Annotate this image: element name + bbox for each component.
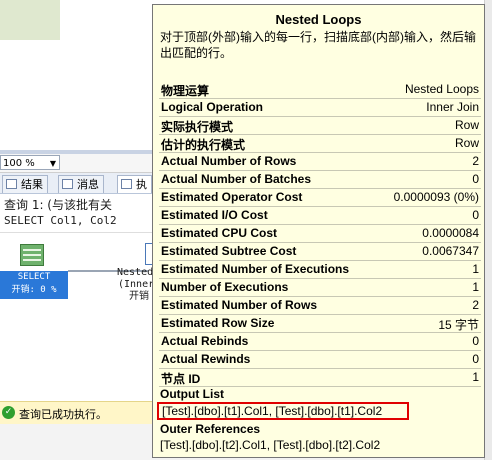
- plan-icon: [121, 179, 132, 189]
- property-key: 物理运算: [161, 84, 210, 98]
- property-key: Estimated CPU Cost: [161, 226, 278, 240]
- tab-results[interactable]: 结果: [2, 175, 48, 193]
- tab-messages[interactable]: 消息: [58, 175, 104, 193]
- property-key: Estimated I/O Cost: [161, 208, 268, 222]
- tooltip-property-row: 实际执行模式 Row: [159, 117, 481, 135]
- chevron-down-icon[interactable]: ▼: [50, 156, 56, 171]
- tooltip-property-row: Logical Operation Inner Join: [159, 99, 481, 117]
- property-value: Nested Loops: [404, 82, 479, 96]
- output-list-value: [Test].[dbo].[t1].Col1, [Test].[dbo].[t1…: [157, 402, 409, 420]
- operator-tooltip: Nested Loops 对于顶部(外部)输入的每一行，扫描底部(内部)输入，然…: [152, 4, 485, 458]
- select-operator-label[interactable]: SELECT 开销: 0 %: [0, 271, 68, 299]
- tooltip-properties: 物理运算 Nested Loops Logical Operation Inner J…: [159, 81, 481, 387]
- outer-references-value: [Test].[dbo].[t2].Col1, [Test].[dbo].[t2…: [160, 438, 381, 452]
- property-value: 1: [472, 280, 479, 294]
- tooltip-property-row: Estimated Subtree Cost 0.0067347: [159, 243, 481, 261]
- outer-references-label: Outer References: [160, 422, 261, 436]
- tooltip-property-row: 物理运算 Nested Loops: [159, 81, 481, 99]
- output-list-label: Output List: [160, 387, 224, 401]
- tooltip-property-row: Actual Rewinds 0: [159, 351, 481, 369]
- property-key: Logical Operation: [161, 100, 264, 114]
- property-value: Row: [454, 118, 479, 132]
- property-key: Actual Rewinds: [161, 352, 251, 366]
- property-key: Estimated Row Size: [161, 316, 275, 330]
- tooltip-property-row: Number of Executions 1: [159, 279, 481, 297]
- tooltip-property-row: Estimated Operator Cost 0.0000093 (0%): [159, 189, 481, 207]
- tab-execution-plan-label: 执: [136, 178, 147, 191]
- message-icon: [62, 179, 73, 189]
- select-label: SELECT: [17, 272, 51, 282]
- property-key: Estimated Operator Cost: [161, 190, 303, 204]
- query-header: 查询 1: (与该批有关: [4, 198, 112, 212]
- vertical-scrollbar[interactable]: [484, 0, 492, 460]
- property-key: Estimated Subtree Cost: [161, 244, 297, 258]
- nested-label: Nested: [117, 267, 154, 278]
- nested-cost: 开销: [129, 291, 149, 302]
- property-value: 0: [472, 208, 479, 222]
- query-sql: SELECT Col1, Col2: [4, 214, 117, 227]
- tab-results-label: 结果: [21, 178, 43, 191]
- editor-highlight: [0, 0, 60, 40]
- property-key: Actual Number of Batches: [161, 172, 312, 186]
- property-value: 15 字节: [438, 318, 479, 332]
- zoom-dropdown[interactable]: 100 % ▼: [0, 155, 60, 170]
- property-value: 1: [472, 262, 479, 276]
- success-check-icon: ✓: [2, 406, 15, 419]
- zoom-value: 100 %: [3, 158, 35, 169]
- property-value: Row: [454, 136, 479, 150]
- nested-sub: (Inner: [118, 279, 155, 290]
- nested-loops-label[interactable]: Nested (Inner 开销: [117, 267, 154, 303]
- tooltip-description: 对于顶部(外部)输入的每一行，扫描底部(内部)输入，然后输出匹配的行。: [160, 30, 476, 60]
- property-key: 实际执行模式: [161, 120, 234, 134]
- property-key: Actual Number of Rows: [161, 154, 297, 168]
- tooltip-property-row: Actual Number of Batches 0: [159, 171, 481, 189]
- property-value: 0.0067347: [422, 244, 479, 258]
- tooltip-property-row: Estimated CPU Cost 0.0000084: [159, 225, 481, 243]
- property-value: 0: [472, 352, 479, 366]
- tooltip-title: Nested Loops: [275, 12, 362, 27]
- property-key: Estimated Number of Rows: [161, 298, 318, 312]
- tooltip-property-row: Estimated I/O Cost 0: [159, 207, 481, 225]
- property-value: 0: [472, 334, 479, 348]
- tooltip-property-row: Estimated Number of Executions 1: [159, 261, 481, 279]
- status-text: 查询已成功执行。: [19, 408, 107, 421]
- tooltip-property-row: Actual Number of Rows 2: [159, 153, 481, 171]
- property-key: 估计的执行模式: [161, 138, 246, 152]
- select-operator-icon[interactable]: [20, 244, 44, 266]
- tooltip-property-row: Estimated Row Size 15 字节: [159, 315, 481, 333]
- property-value: 0.0000093 (0%): [393, 190, 479, 204]
- tooltip-property-row: Estimated Number of Rows 2: [159, 297, 481, 315]
- tooltip-property-row: Actual Rebinds 0: [159, 333, 481, 351]
- property-value: 2: [472, 154, 479, 168]
- property-key: Actual Rebinds: [161, 334, 249, 348]
- tooltip-property-row: 估计的执行模式 Row: [159, 135, 481, 153]
- tooltip-property-row: 节点 ID 1: [159, 369, 481, 387]
- property-key: Estimated Number of Executions: [161, 262, 350, 276]
- tab-execution-plan[interactable]: 执: [117, 175, 152, 193]
- property-value: 1: [472, 370, 479, 384]
- property-value: 0: [472, 172, 479, 186]
- select-cost: 开销: 0 %: [11, 285, 57, 295]
- property-value: 2: [472, 298, 479, 312]
- grid-icon: [6, 179, 17, 189]
- property-value: Inner Join: [426, 100, 479, 114]
- property-value: 0.0000084: [422, 226, 479, 240]
- property-key: 节点 ID: [161, 372, 201, 386]
- tab-messages-label: 消息: [77, 178, 99, 191]
- property-key: Number of Executions: [161, 280, 289, 294]
